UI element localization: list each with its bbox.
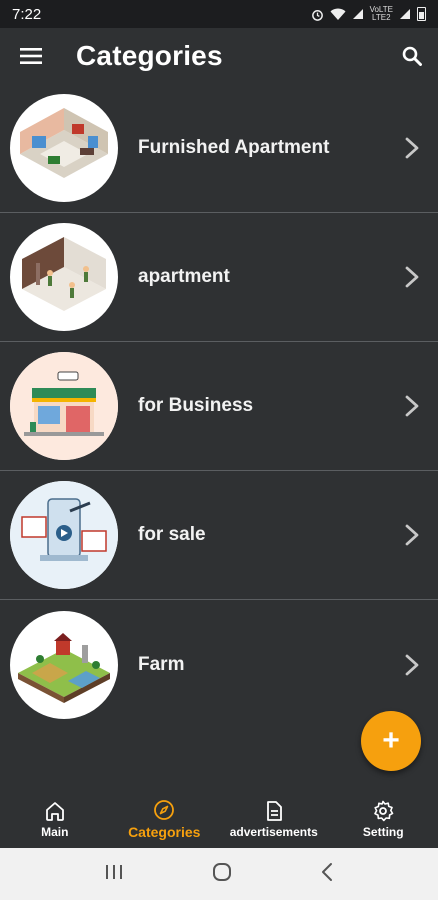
document-icon [266, 801, 282, 821]
bottom-navigation: Main Categories advertisements Setting [0, 790, 438, 848]
compass-icon [154, 800, 175, 820]
chevron-right-icon [392, 395, 432, 417]
page-title: Categories [76, 40, 223, 71]
category-label: for Business [138, 395, 254, 416]
farm-image [10, 610, 118, 719]
category-item-for-business[interactable]: for Business [0, 342, 438, 471]
category-label: Farm [138, 653, 185, 675]
hamburger-menu-button[interactable] [0, 28, 62, 84]
property-for-sale-image [10, 481, 118, 589]
chevron-right-icon [392, 137, 432, 159]
nav-item-categories[interactable]: Categories [110, 790, 220, 848]
system-navigation-bar [0, 848, 438, 900]
add-button[interactable]: + [361, 711, 421, 771]
chevron-right-icon [392, 654, 432, 676]
nav-label: Main [41, 825, 69, 839]
network-type-label: VoLTE LTE2 [369, 5, 393, 22]
back-button[interactable] [320, 862, 334, 887]
chevron-right-icon [392, 524, 432, 546]
category-label: for sale [138, 524, 206, 545]
category-item-furnished-apartment[interactable]: Furnished Apartment [0, 84, 438, 213]
furnished-apartment-image [10, 94, 118, 202]
apartment-image [10, 223, 118, 331]
category-item-for-sale[interactable]: for sale [0, 471, 438, 600]
home-icon [45, 802, 64, 821]
home-system-button[interactable] [211, 861, 233, 888]
alarm-icon [311, 9, 323, 21]
wifi-icon [330, 8, 346, 20]
search-button[interactable] [386, 28, 438, 84]
search-icon [402, 46, 422, 66]
signal-icon-2 [400, 9, 410, 19]
shop-storefront-image [10, 352, 118, 460]
signal-icon-1 [352, 9, 363, 19]
chevron-right-icon [392, 266, 432, 288]
gear-icon [374, 800, 394, 822]
category-label: apartment [138, 266, 230, 287]
back-icon [322, 862, 333, 881]
category-item-apartment[interactable]: apartment [0, 213, 438, 342]
recent-apps-icon [105, 864, 122, 879]
nav-label: Setting [362, 825, 404, 839]
nav-label: Categories [128, 824, 201, 840]
battery-icon [417, 7, 426, 21]
status-bar: 7:22 VoLTE LTE2 [0, 0, 438, 28]
home-circle-icon [212, 862, 231, 881]
category-label: Furnished Apartment [138, 137, 330, 158]
category-item-farm[interactable]: Farm [0, 600, 438, 729]
category-list: Furnished Apartment apartment for Busine… [0, 84, 438, 729]
nav-item-advertisements[interactable]: advertisements [219, 790, 329, 848]
nav-item-main[interactable]: Main [0, 790, 110, 848]
nav-item-setting[interactable]: Setting [329, 790, 438, 848]
status-icons: VoLTE LTE2 [311, 6, 426, 22]
recent-apps-button[interactable] [104, 863, 124, 886]
status-time: 7:22 [12, 5, 42, 23]
app-bar: Categories [0, 28, 438, 84]
nav-label: advertisements [229, 825, 318, 839]
hamburger-menu-icon [20, 48, 42, 64]
